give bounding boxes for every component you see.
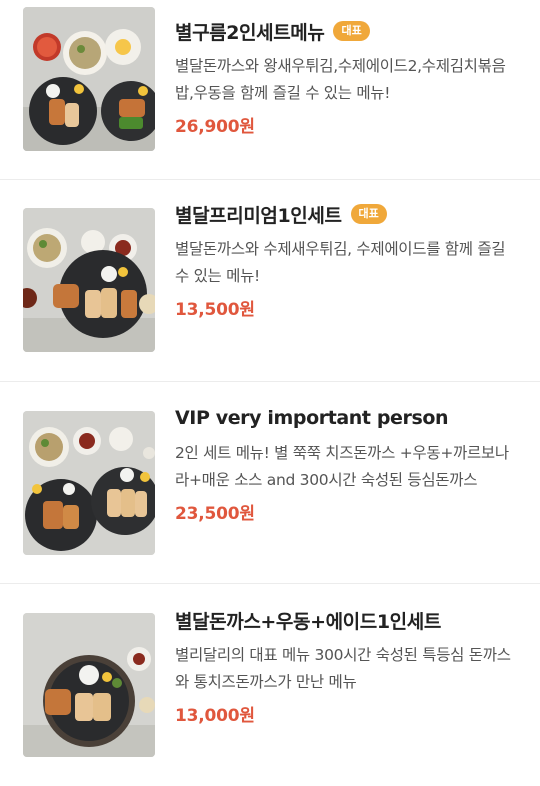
food-photo-icon xyxy=(23,7,155,151)
menu-item-description: 별달돈까스와 수제새우튀김, 수제에이드를 함께 즐길 수 있는 메뉴! xyxy=(175,240,506,285)
menu-item-description: 별리달리의 대표 메뉴 300시간 숙성된 특등심 돈까스와 통치즈돈까스가 만… xyxy=(175,646,511,691)
menu-item[interactable]: 별달돈까스+우동+에이드1인세트 별리달리의 대표 메뉴 300시간 숙성된 특… xyxy=(0,584,540,786)
menu-item-price: 13,500원 xyxy=(175,300,255,320)
food-photo-icon xyxy=(23,613,155,757)
menu-item[interactable]: VIP very important person 2인 세트 메뉴! 별 쭉쭉… xyxy=(0,382,540,584)
menu-item-name: 별달프리미엄1인세트 xyxy=(175,204,342,227)
menu-item-price: 26,900원 xyxy=(175,117,255,137)
menu-item-name: 별구름2인세트메뉴 xyxy=(175,21,325,44)
menu-item-name: VIP very important person xyxy=(175,407,449,429)
food-photo-icon xyxy=(23,208,155,352)
menu-item-description: 2인 세트 메뉴! 별 쭉쭉 치즈돈까스 +우동+까르보나라+매운 소스 and… xyxy=(175,444,509,489)
menu-item[interactable]: 별달프리미엄1인세트 대표 별달돈까스와 수제새우튀김, 수제에이드를 함께 즐… xyxy=(0,180,540,382)
featured-badge: 대표 xyxy=(333,21,370,41)
food-photo-icon xyxy=(23,411,155,555)
menu-list: 별구름2인세트메뉴 대표 별달돈까스와 왕새우튀김,수제에이드2,수제김치볶음밥… xyxy=(0,0,540,786)
menu-item-name: 별달돈까스+우동+에이드1인세트 xyxy=(175,610,441,633)
menu-item-price: 23,500원 xyxy=(175,504,255,524)
name-row: 별구름2인세트메뉴 대표 xyxy=(175,17,520,45)
name-row: 별달돈까스+우동+에이드1인세트 xyxy=(175,606,520,634)
menu-item-price: 13,000원 xyxy=(175,706,255,726)
menu-item[interactable]: 별구름2인세트메뉴 대표 별달돈까스와 왕새우튀김,수제에이드2,수제김치볶음밥… xyxy=(0,0,540,180)
name-row: VIP very important person xyxy=(175,404,520,432)
featured-badge: 대표 xyxy=(350,204,387,224)
menu-item-description: 별달돈까스와 왕새우튀김,수제에이드2,수제김치볶음밥,우동을 함께 즐길 수 … xyxy=(175,57,506,102)
name-row: 별달프리미엄1인세트 대표 xyxy=(175,200,520,228)
